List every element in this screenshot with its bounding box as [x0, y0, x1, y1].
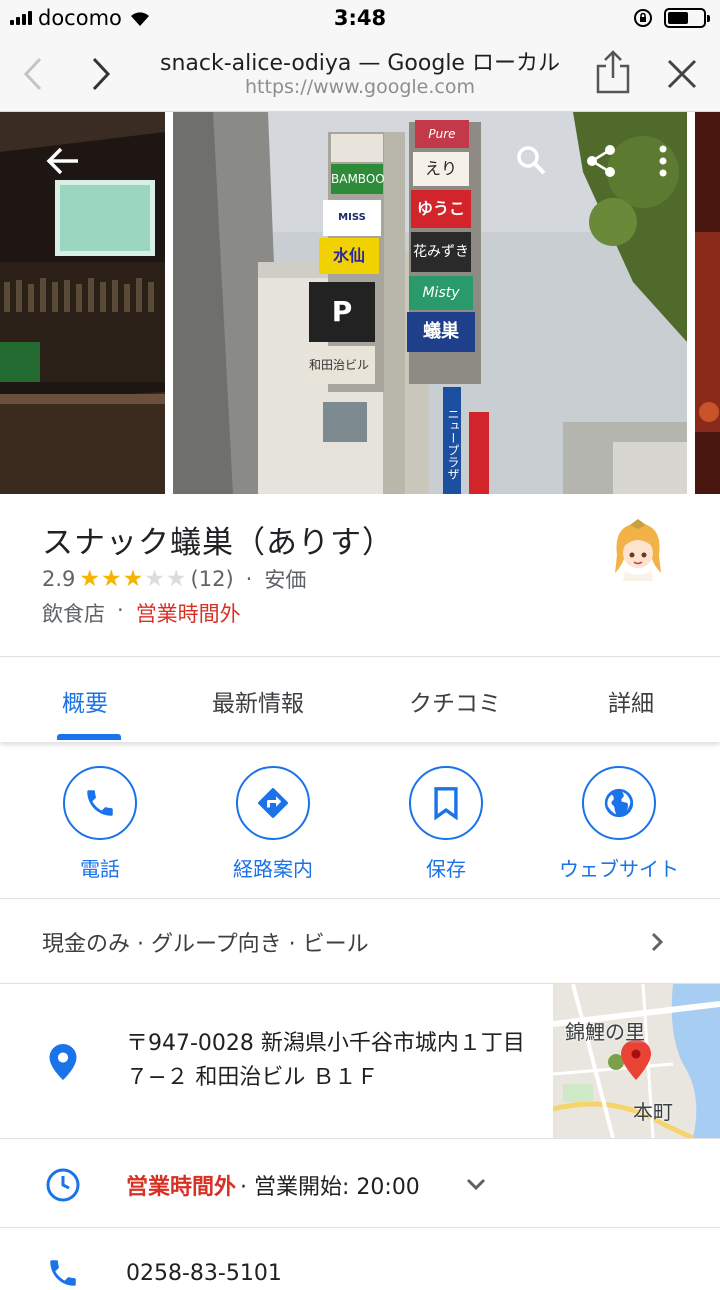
- tab-overview[interactable]: 概要: [62, 684, 108, 718]
- search-icon[interactable]: [515, 144, 547, 176]
- directions-button[interactable]: 経路案内: [198, 766, 348, 882]
- photo-carousel[interactable]: BAMBOO MISS SAIGON 水仙 P 和田治ビル Pure えり ゆう…: [0, 112, 720, 494]
- tab-details[interactable]: 詳細: [608, 684, 654, 718]
- separator: ·: [117, 598, 124, 622]
- sign-suisen: 水仙: [319, 238, 379, 274]
- rating-stars: ★ ★ ★ ★ ★: [79, 565, 187, 592]
- sign-miss-saigon: MISS SAIGON: [323, 200, 381, 259]
- hours-detail: · 営業開始: 20:00: [240, 1175, 420, 1200]
- clock-icon: [46, 1168, 80, 1202]
- review-count[interactable]: (12): [191, 567, 234, 591]
- sign-bamboo: BAMBOO: [331, 164, 385, 194]
- sign-pure: Pure: [415, 120, 469, 148]
- phone-icon: [63, 766, 137, 840]
- sign-yuko: ゆうこ: [411, 190, 471, 228]
- tab-reviews[interactable]: クチコミ: [409, 684, 501, 718]
- chevron-right-icon: [651, 932, 664, 952]
- sign-eri: えり: [413, 152, 469, 186]
- address-text: 〒947-0028 新潟県小千谷市城内１丁目７−２ 和田治ビル Ｂ１Ｆ: [126, 1031, 525, 1090]
- photo-next[interactable]: [695, 112, 720, 494]
- category: 飲食店: [42, 602, 105, 626]
- category-row: 飲食店 · 営業時間外: [42, 598, 241, 628]
- more-vert-icon[interactable]: [657, 144, 669, 178]
- sign-hanamizuki: 花みずき: [411, 232, 471, 272]
- phone-icon: [50, 1260, 76, 1286]
- phone-number: 0258-83-5101: [126, 1261, 282, 1286]
- directions-label: 経路案内: [233, 857, 313, 881]
- star-filled-icon: ★: [79, 565, 101, 592]
- chevron-down-icon[interactable]: [465, 1177, 487, 1191]
- share-icon[interactable]: [594, 48, 632, 96]
- battery-icon: [664, 8, 710, 28]
- share-icon[interactable]: [585, 144, 617, 178]
- bookmark-icon: [409, 766, 483, 840]
- attributes-row[interactable]: 現金のみ · グループ向き · ビール: [0, 899, 720, 983]
- back-arrow-icon[interactable]: [46, 146, 80, 176]
- attributes-text: 現金のみ · グループ向き · ビール: [42, 932, 369, 957]
- status-bar: docomo 3:48: [0, 0, 720, 36]
- map-label-honcho: 本町: [633, 1100, 673, 1124]
- website-label: ウェブサイト: [559, 857, 679, 881]
- hours-status: 営業時間外: [126, 1175, 237, 1200]
- photo-interior[interactable]: [0, 112, 165, 494]
- separator: ·: [245, 567, 253, 591]
- rating-row[interactable]: 2.9 ★ ★ ★ ★ ★ (12) · 安価: [42, 564, 306, 594]
- sign-arisu: 蟻巣: [407, 312, 475, 352]
- avatar[interactable]: [603, 515, 673, 585]
- sign-misty: Misty: [409, 276, 473, 310]
- browser-toolbar: snack-alice-odiya — Google ローカル https://…: [0, 36, 720, 112]
- globe-icon: [582, 766, 656, 840]
- call-button[interactable]: 電話: [25, 766, 175, 882]
- tab-bar: 概要 最新情報 クチコミ 詳細: [0, 656, 720, 742]
- location-pin-icon: [49, 1044, 77, 1080]
- tab-indicator: [57, 734, 121, 740]
- save-label: 保存: [426, 857, 466, 881]
- clock: 3:48: [333, 6, 387, 30]
- sign-building-name: 和田治ビル: [303, 346, 375, 384]
- price-level: 安価: [264, 568, 307, 592]
- website-button[interactable]: ウェブサイト: [544, 766, 694, 882]
- close-icon[interactable]: [666, 58, 698, 90]
- hours-row[interactable]: 営業時間外 · 営業開始: 20:00: [0, 1139, 720, 1227]
- rotation-lock-icon: [634, 9, 652, 27]
- star-filled-icon: ★: [101, 565, 122, 592]
- save-button[interactable]: 保存: [371, 766, 521, 882]
- map-label-koi: 錦鯉の里: [565, 1020, 645, 1044]
- star-empty-icon: ★: [144, 565, 165, 592]
- sign-new-plaza: ニュープラザ: [446, 408, 460, 480]
- star-filled-icon: ★: [122, 565, 144, 592]
- tab-updates[interactable]: 最新情報: [212, 684, 304, 718]
- place-name: スナック蟻巣（ありす）: [42, 525, 394, 561]
- star-empty-icon: ★: [165, 565, 187, 592]
- map-thumbnail[interactable]: 錦鯉の里 本町: [553, 984, 720, 1138]
- photo-building-signs[interactable]: BAMBOO MISS SAIGON 水仙 P 和田治ビル Pure えり ゆう…: [173, 112, 687, 494]
- phone-row[interactable]: 0258-83-5101: [0, 1228, 720, 1288]
- sign-parking: P: [309, 282, 375, 342]
- open-status: 営業時間外: [135, 602, 241, 626]
- call-label: 電話: [80, 857, 120, 881]
- directions-icon: [236, 766, 310, 840]
- rating-value: 2.9: [42, 567, 76, 591]
